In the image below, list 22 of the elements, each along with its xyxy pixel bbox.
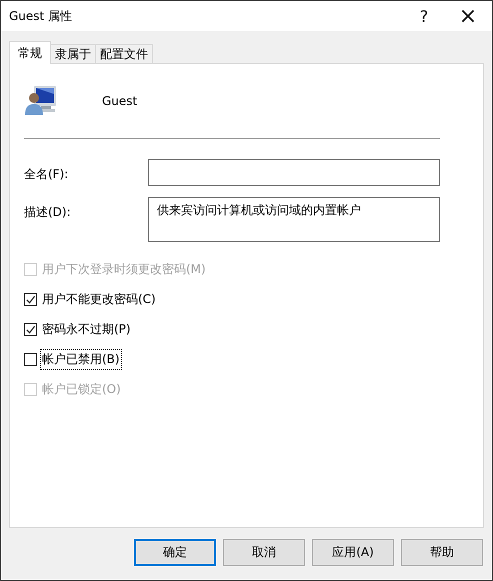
full-name-field[interactable] [148,159,440,186]
tab[interactable]: 配置文件 [95,44,153,63]
user-computer-icon [24,84,58,118]
user-name: Guest [102,94,138,108]
window-title: Guest 属性 [9,8,74,24]
tab[interactable]: 常规 [9,41,51,64]
dialog-button[interactable]: 帮助 [401,539,483,566]
dialog-button[interactable]: 确定 [134,539,216,566]
field-label: 描述(D): [24,204,72,221]
checkbox-label[interactable]: 密码永不过期(P) [40,318,133,340]
dialog-button[interactable]: 取消 [223,539,305,566]
checkbox-label[interactable]: 用户不能更改密码(C) [40,288,158,310]
checkbox[interactable] [24,322,37,336]
dialog-button[interactable]: 应用(A) [312,539,394,566]
checkbox[interactable] [24,352,37,366]
checkbox-label[interactable]: 帐户已禁用(B) [40,348,122,370]
help-button[interactable]: ? [402,1,446,31]
checkbox[interactable] [24,292,37,306]
tab[interactable]: 隶属于 [50,44,96,63]
field-label: 全名(F): [24,166,70,183]
close-button[interactable]: × [446,1,490,31]
description-field[interactable]: 供来宾访问计算机或访问域的内置帐户 [148,197,440,242]
